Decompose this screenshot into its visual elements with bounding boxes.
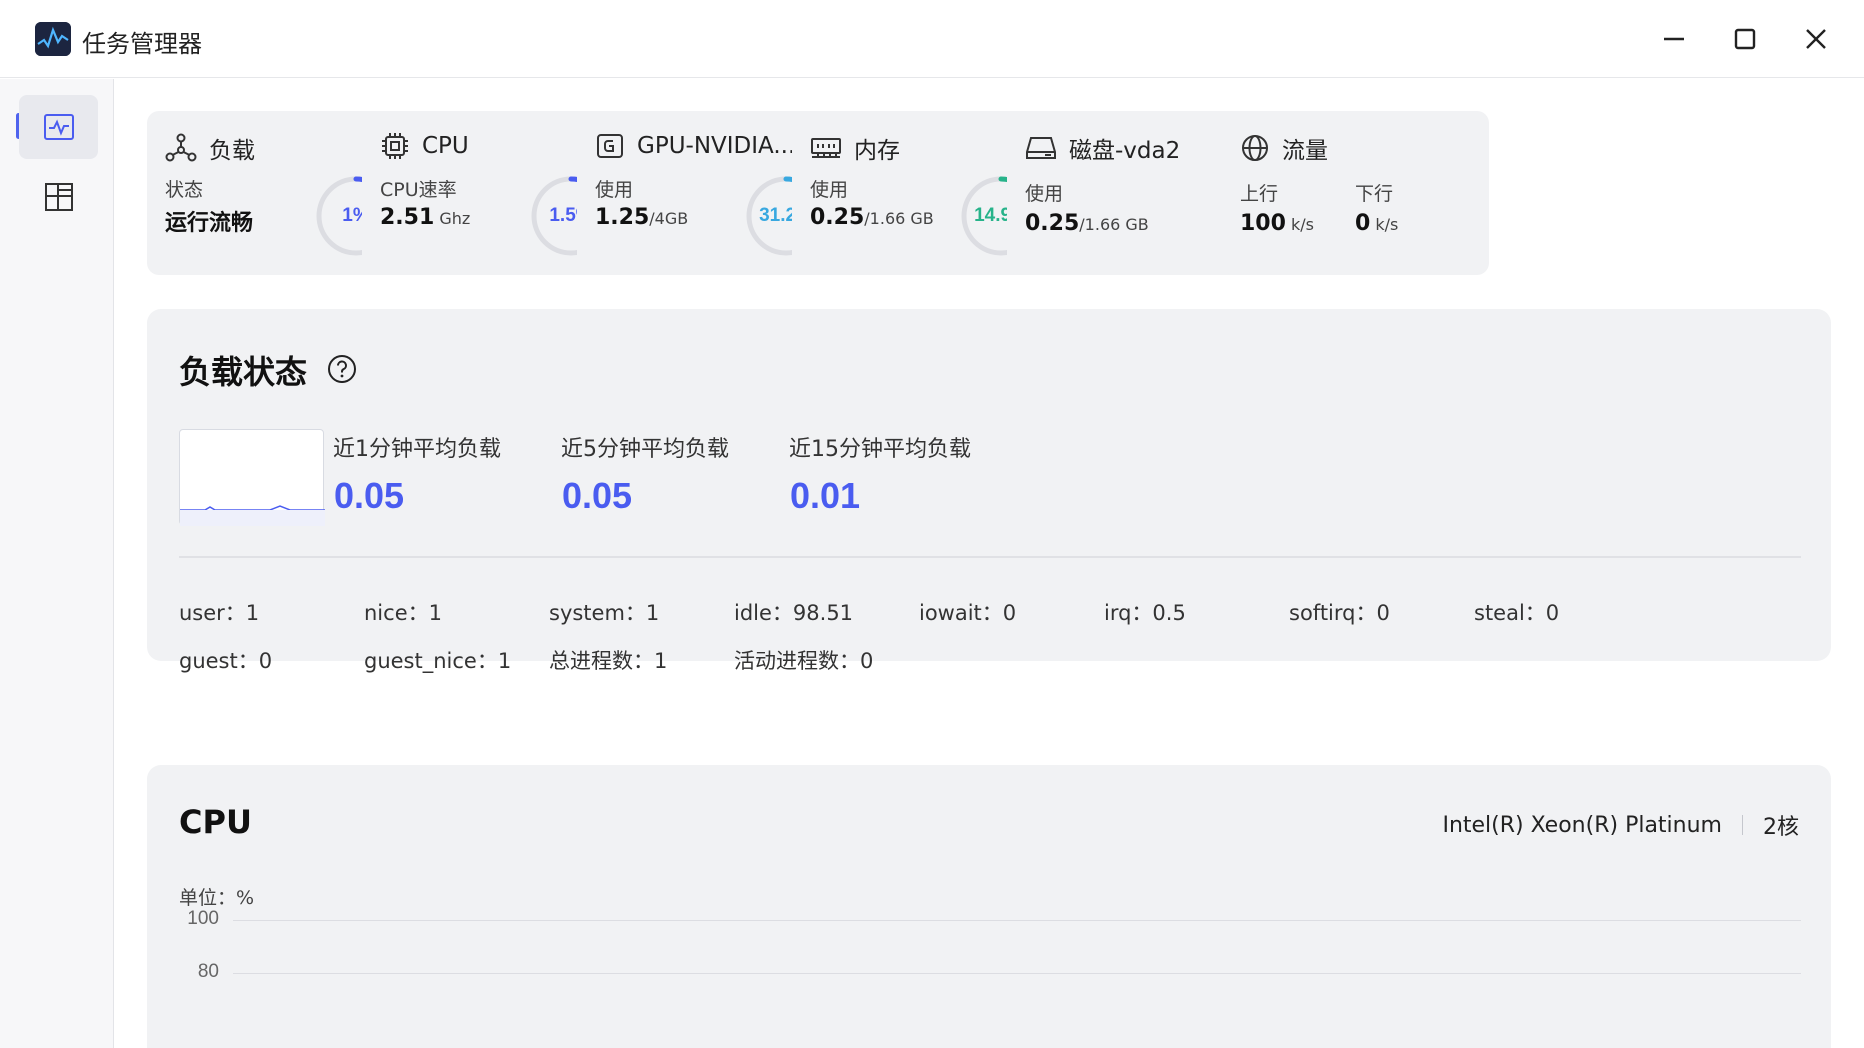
card-value: 0.25/1.66 GB bbox=[1025, 211, 1149, 236]
card-title: GPU-NVIDIA... bbox=[637, 133, 796, 159]
upload-label: 上行 bbox=[1240, 183, 1279, 205]
stat-softirq: softirq：0 bbox=[1289, 601, 1390, 625]
card-label: 状态 bbox=[165, 179, 204, 201]
cpu-model: Intel(R) Xeon(R) Platinum bbox=[1442, 812, 1722, 838]
load-network-icon bbox=[165, 133, 197, 162]
stat-guest: guest：0 bbox=[179, 649, 273, 673]
upload-value: 100 k/s bbox=[1240, 211, 1315, 236]
card-label: 使用 bbox=[810, 179, 849, 201]
close-button[interactable] bbox=[1788, 14, 1844, 64]
stat-total-processes: 总进程数：1 bbox=[549, 649, 668, 673]
load-sparkline bbox=[179, 429, 325, 526]
disk-drive-icon bbox=[1026, 137, 1056, 159]
card-title: 流量 bbox=[1282, 138, 1328, 164]
stat-steal: steal：0 bbox=[1474, 601, 1560, 625]
sidebar bbox=[0, 79, 114, 1048]
stat-irq: irq：0.5 bbox=[1104, 601, 1186, 625]
gpu-icon bbox=[597, 134, 623, 158]
stat-nice: nice：1 bbox=[364, 601, 442, 625]
main-content: 负载 状态 运行流畅 1% CPU CPU速率 2.51 Ghz 1.5% GP… bbox=[114, 79, 1864, 1048]
panel-title: CPU bbox=[179, 803, 252, 841]
load-15min-label: 近15分钟平均负载 bbox=[789, 437, 971, 462]
stat-iowait: iowait：0 bbox=[919, 601, 1017, 625]
card-value: 2.51 Ghz bbox=[380, 205, 471, 230]
maximize-icon bbox=[1734, 28, 1756, 50]
cpu-cores: 2核 bbox=[1763, 815, 1799, 840]
sidebar-item-performance[interactable] bbox=[19, 95, 98, 159]
card-value: 运行流畅 bbox=[165, 211, 254, 236]
app-icon bbox=[35, 22, 71, 56]
card-label: CPU速率 bbox=[380, 179, 457, 201]
chart-unit-label: 单位：% bbox=[179, 887, 255, 909]
layout-grid-icon bbox=[44, 183, 73, 211]
load-5min-label: 近5分钟平均负载 bbox=[561, 437, 729, 462]
y-tick: 100 bbox=[187, 908, 219, 929]
stat-guest-nice: guest_nice：1 bbox=[364, 649, 512, 673]
load-15min-value: 0.01 bbox=[790, 475, 861, 516]
window-title: 任务管理器 bbox=[82, 30, 202, 58]
separator bbox=[1742, 815, 1743, 835]
minimize-button[interactable] bbox=[1646, 14, 1702, 64]
download-value: 0 k/s bbox=[1355, 211, 1399, 236]
load-1min-label: 近1分钟平均负载 bbox=[333, 437, 501, 462]
card-value: 0.25/1.66 GB bbox=[810, 205, 934, 230]
panel-title: 负载状态 bbox=[179, 353, 308, 391]
divider bbox=[179, 556, 1801, 558]
card-label: 使用 bbox=[595, 179, 634, 201]
cpu-chip-icon bbox=[382, 133, 408, 159]
card-value: 1.25/4GB bbox=[595, 205, 689, 230]
help-icon[interactable] bbox=[327, 354, 357, 384]
grid-line bbox=[233, 920, 1801, 921]
stat-user: user：1 bbox=[179, 601, 260, 625]
stat-active-processes: 活动进程数：0 bbox=[734, 649, 874, 673]
load-5min-value: 0.05 bbox=[562, 475, 633, 516]
grid-line bbox=[233, 973, 1801, 974]
globe-icon bbox=[1242, 135, 1268, 161]
sidebar-item-processes[interactable] bbox=[19, 165, 98, 229]
load-1min-value: 0.05 bbox=[334, 475, 405, 516]
memory-icon bbox=[811, 138, 841, 158]
card-label: 使用 bbox=[1025, 183, 1064, 205]
card-title: 磁盘-vda2 bbox=[1069, 138, 1181, 164]
card-traffic[interactable]: 流量 上行 100 k/s 下行 0 k/s bbox=[1222, 111, 1489, 275]
y-tick: 80 bbox=[197, 961, 219, 982]
download-label: 下行 bbox=[1355, 183, 1394, 205]
maximize-button[interactable] bbox=[1717, 14, 1773, 64]
cpu-panel: CPU Intel(R) Xeon(R) Platinum 2核 单位：% 10… bbox=[147, 765, 1831, 1048]
close-icon bbox=[1806, 29, 1826, 49]
load-status-panel: 负载状态 近1分钟平均负载 0.05 近5分钟平均负载 0.05 近15分钟平均… bbox=[147, 309, 1831, 673]
activity-icon bbox=[43, 114, 74, 140]
stat-system: system：1 bbox=[549, 601, 660, 625]
stat-idle: idle：98.51 bbox=[734, 601, 854, 625]
title-bar: 任务管理器 bbox=[0, 0, 1864, 78]
card-title: 内存 bbox=[854, 138, 900, 164]
minimize-icon bbox=[1664, 37, 1684, 41]
card-title: CPU bbox=[422, 133, 469, 159]
card-title: 负载 bbox=[209, 138, 255, 164]
